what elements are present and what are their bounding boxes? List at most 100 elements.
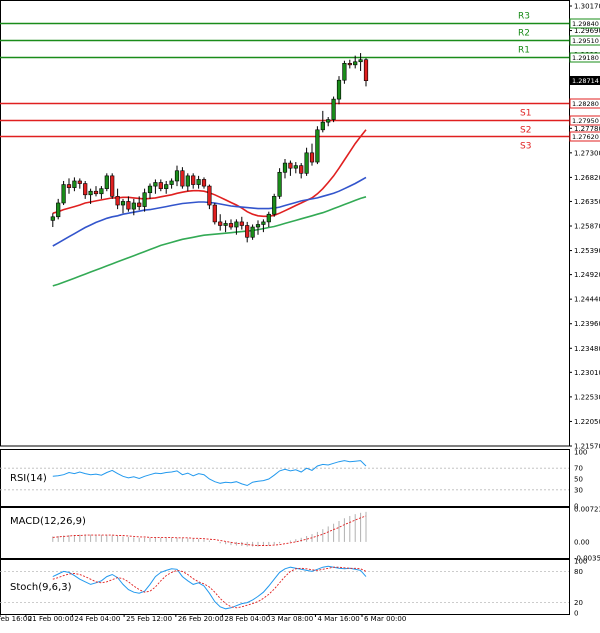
price-tick-label: 1.23010 xyxy=(574,369,600,377)
candle-bullish xyxy=(147,185,153,194)
candle-bullish xyxy=(261,221,266,225)
candle-bullish xyxy=(196,179,201,185)
candle-bullish xyxy=(185,175,190,187)
candle-bearish xyxy=(218,221,223,226)
rsi-tick-label: 100 xyxy=(574,449,587,457)
candle-bullish xyxy=(353,61,358,66)
price-tick-label: 1.22050 xyxy=(574,418,600,426)
candle-bearish xyxy=(66,184,72,188)
stoch-tick-label: 80 xyxy=(574,568,583,576)
candle-bearish xyxy=(212,204,217,223)
candle-bullish xyxy=(56,202,61,218)
current-price-tag-text: 1.28714 xyxy=(572,77,599,85)
level-label-s3: S3 xyxy=(520,142,531,152)
candle-bullish xyxy=(272,196,277,215)
candle-bearish xyxy=(309,152,315,163)
candle-bearish xyxy=(201,179,207,187)
price-tick-label: 1.24440 xyxy=(574,296,600,304)
candle-bullish xyxy=(88,190,93,196)
candle-bearish xyxy=(245,225,250,238)
level-label-s2: S2 xyxy=(520,126,531,136)
price-tick-label: 1.30170 xyxy=(574,3,600,11)
level-price-tag-text: 1.29840 xyxy=(572,20,599,28)
rsi-tick-label: 30 xyxy=(574,486,583,494)
chart-canvas: 1.301701.296901.292201.287501.282801.277… xyxy=(0,0,600,629)
candle-bearish xyxy=(239,221,244,226)
time-tick-label: 4 Mar 16:00 xyxy=(317,615,359,623)
time-tick-label: 6 Mar 00:00 xyxy=(364,615,406,623)
candle-bullish xyxy=(255,224,261,228)
price-tick-label: 1.27300 xyxy=(574,149,600,157)
candle-bearish xyxy=(137,202,142,207)
candle-bullish xyxy=(315,129,320,163)
time-tick-label: 21 Feb 00:00 xyxy=(28,615,74,623)
level-price-tag-text: 1.27950 xyxy=(572,117,599,125)
level-price-tag-text: 1.28280 xyxy=(572,100,599,108)
candle-bullish xyxy=(223,223,228,226)
level-label-s1: S1 xyxy=(520,109,531,119)
price-tick-label: 1.23480 xyxy=(574,345,600,353)
candle-bullish xyxy=(153,182,158,187)
candle-bearish xyxy=(299,165,304,174)
candle-bullish xyxy=(342,63,347,81)
candle-bullish xyxy=(282,162,288,173)
candle-bullish xyxy=(266,213,271,223)
candle-bullish xyxy=(131,202,136,210)
candle-bearish xyxy=(180,170,185,187)
candle-bullish xyxy=(320,121,325,131)
rsi-tick-label: 70 xyxy=(574,465,583,473)
time-tick-label: 3 Mar 08:00 xyxy=(271,615,313,623)
candle-bearish xyxy=(158,182,163,189)
candle-bullish xyxy=(99,188,104,195)
candle-bullish xyxy=(72,180,77,188)
candle-bullish xyxy=(234,221,239,228)
level-price-tag-text: 1.27620 xyxy=(572,133,599,141)
price-tick-label: 1.23960 xyxy=(574,320,600,328)
time-tick-label: 25 Feb 12:00 xyxy=(126,615,172,623)
candle-bearish xyxy=(126,201,131,210)
forex-chart: 1.301701.296901.292201.287501.282801.277… xyxy=(0,0,600,629)
stoch-tick-label: 100 xyxy=(574,558,587,566)
candle-bullish xyxy=(50,216,55,221)
price-tick-label: 1.25870 xyxy=(574,223,600,231)
candle-bearish xyxy=(115,196,120,206)
candle-bullish xyxy=(326,119,331,123)
candle-bullish xyxy=(142,192,147,207)
time-tick-label: 26 Feb 20:00 xyxy=(178,615,224,623)
macd-tick-label: 0.00 xyxy=(574,538,590,546)
time-tick-label: 28 Feb 04:00 xyxy=(224,615,270,623)
candle-bearish xyxy=(83,183,88,196)
candle-bullish xyxy=(120,201,126,206)
price-tick-label: 1.24920 xyxy=(574,271,600,279)
level-label-r1: R1 xyxy=(518,46,530,56)
candle-bullish xyxy=(61,184,66,204)
candle-bearish xyxy=(288,162,293,169)
candle-bearish xyxy=(347,63,352,66)
candle-bullish xyxy=(169,180,174,185)
candle-bearish xyxy=(363,59,369,81)
candle-bearish xyxy=(93,190,99,195)
candle-bearish xyxy=(191,175,196,185)
candle-bullish xyxy=(250,226,255,238)
level-label-r3: R3 xyxy=(518,12,530,22)
candle-bearish xyxy=(77,180,82,184)
price-tick-label: 1.26350 xyxy=(574,198,600,206)
candle-bullish xyxy=(277,171,282,197)
candle-bullish xyxy=(331,98,336,120)
price-tick-label: 1.26820 xyxy=(574,174,600,182)
price-tick-label: 1.22530 xyxy=(574,393,600,401)
level-price-tag-text: 1.29180 xyxy=(572,54,599,62)
rsi-tick-label: 50 xyxy=(574,476,583,484)
candle-bullish xyxy=(104,175,109,189)
candle-bullish xyxy=(304,152,309,174)
stoch-tick-label: 20 xyxy=(574,599,583,607)
stoch-label: Stoch(9,6,3) xyxy=(10,582,72,593)
rsi-label: RSI(14) xyxy=(10,473,47,484)
candle-bearish xyxy=(207,185,212,206)
candle-bullish xyxy=(164,184,169,189)
candle-bullish xyxy=(293,165,298,169)
candle-bullish xyxy=(336,79,342,100)
candle-bullish xyxy=(358,59,363,63)
macd-label: MACD(12,26,9) xyxy=(10,516,86,527)
level-label-r2: R2 xyxy=(518,29,530,39)
